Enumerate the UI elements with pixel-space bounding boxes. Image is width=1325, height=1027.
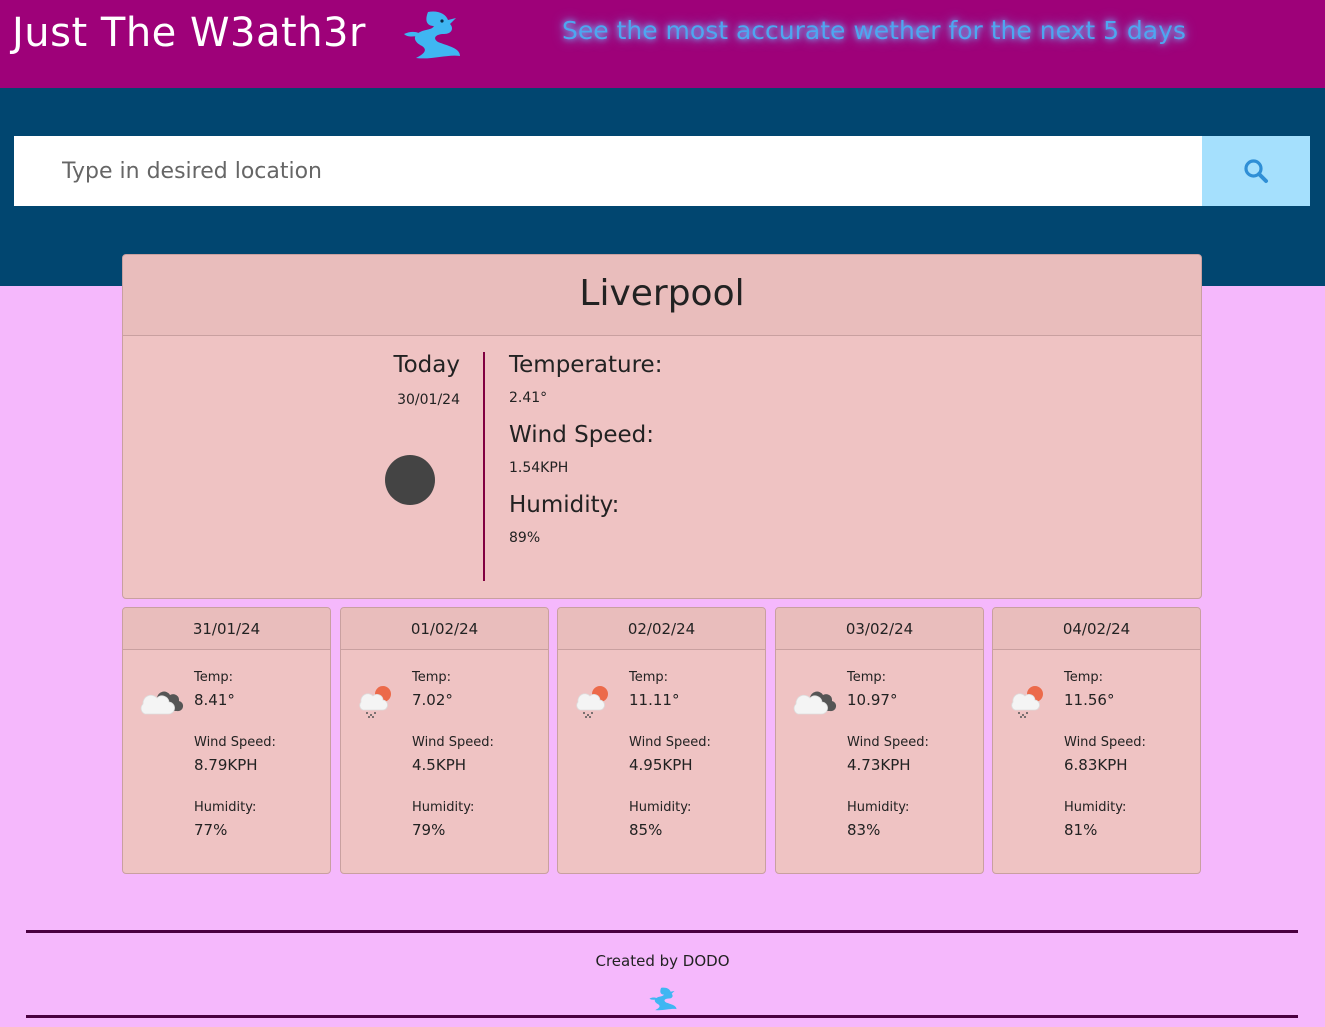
forecast-humidity-label: Humidity: (629, 800, 692, 815)
today-date: 30/01/24 (397, 392, 460, 408)
forecast-wind-label: Wind Speed: (847, 735, 929, 750)
header-tagline: See the most accurate wether for the nex… (562, 16, 1186, 45)
forecast-details: Temp: 11.11° Wind Speed: 4.95KPH Humidit… (629, 670, 711, 865)
forecast-humidity-label: Humidity: (194, 800, 257, 815)
forecast-temp-value: 11.56° (1064, 691, 1115, 709)
forecast-date: 31/01/24 (123, 608, 330, 650)
current-weather-card: Liverpool Today 30/01/24 Temperature: 2.… (122, 254, 1202, 599)
forecast-humidity-value: 77% (194, 821, 228, 839)
forecast-card: 03/02/24 Temp: 10.97° Wind Speed: 4.73KP… (775, 607, 984, 874)
sun-rain-cloud-icon (576, 686, 608, 718)
footer-divider-bottom (26, 1015, 1298, 1018)
city-name: Liverpool (579, 273, 745, 314)
forecast-temp-label: Temp: (629, 670, 669, 685)
forecast-details: Temp: 11.56° Wind Speed: 6.83KPH Humidit… (1064, 670, 1146, 865)
forecast-humidity-value: 79% (412, 821, 446, 839)
forecast-temp-value: 10.97° (847, 691, 898, 709)
forecast-date: 02/02/24 (558, 608, 765, 650)
forecast-temp-value: 7.02° (412, 691, 453, 709)
location-search-input[interactable] (14, 136, 1202, 206)
today-label: Today (393, 352, 460, 378)
forecast-temp-value: 8.41° (194, 691, 235, 709)
forecast-date: 04/02/24 (993, 608, 1200, 650)
forecast-humidity-label: Humidity: (847, 800, 910, 815)
current-date-block: Today 30/01/24 (123, 352, 484, 408)
current-weather-header: Liverpool (123, 255, 1201, 336)
wind-speed-value: 1.54KPH (509, 460, 569, 476)
forecast-humidity-label: Humidity: (1064, 800, 1127, 815)
forecast-temp-label: Temp: (1064, 670, 1104, 685)
forecast-humidity-label: Humidity: (412, 800, 475, 815)
temperature-value: 2.41° (509, 390, 548, 406)
forecast-wind-value: 8.79KPH (194, 756, 258, 774)
forecast-wind-label: Wind Speed: (412, 735, 494, 750)
forecast-card: 04/02/24 Temp: 11.56° Wind Speed: 6.83KP… (992, 607, 1201, 874)
forecast-wind-label: Wind Speed: (194, 735, 276, 750)
forecast-humidity-value: 81% (1064, 821, 1098, 839)
app-header: Just The W3ath3r See the most accurate w… (0, 0, 1325, 88)
forecast-details: Temp: 7.02° Wind Speed: 4.5KPH Humidity:… (412, 670, 494, 865)
sun-rain-cloud-icon (359, 686, 391, 718)
forecast-temp-label: Temp: (194, 670, 234, 685)
forecast-card: 02/02/24 Temp: 11.11° Wind Speed: 4.95KP… (557, 607, 766, 874)
forecast-wind-value: 4.73KPH (847, 756, 911, 774)
humidity-value: 89% (509, 530, 541, 546)
wind-speed-label: Wind Speed: (509, 422, 654, 448)
footer-divider-top (26, 930, 1298, 933)
sun-rain-cloud-icon (1011, 686, 1043, 718)
forecast-wind-value: 6.83KPH (1064, 756, 1128, 774)
dragon-logo-icon (404, 11, 460, 59)
forecast-details: Temp: 10.97° Wind Speed: 4.73KPH Humidit… (847, 670, 929, 865)
dragon-logo-icon (649, 987, 677, 1011)
forecast-humidity-value: 85% (629, 821, 663, 839)
forecast-wind-label: Wind Speed: (1064, 735, 1146, 750)
cloudy-icon (793, 691, 837, 715)
cloudy-icon (140, 691, 184, 715)
app-title: Just The W3ath3r (12, 10, 366, 56)
forecast-temp-label: Temp: (847, 670, 887, 685)
temperature-label: Temperature: (509, 352, 663, 378)
forecast-details: Temp: 8.41° Wind Speed: 8.79KPH Humidity… (194, 670, 276, 865)
night-moon-icon (385, 455, 435, 505)
forecast-card: 01/02/24 Temp: 7.02° Wind Speed: 4.5KPH … (340, 607, 549, 874)
forecast-date: 03/02/24 (776, 608, 983, 650)
vertical-divider (483, 352, 485, 581)
forecast-wind-value: 4.95KPH (629, 756, 693, 774)
forecast-temp-label: Temp: (412, 670, 452, 685)
search-icon (1244, 159, 1268, 183)
forecast-temp-value: 11.11° (629, 691, 680, 709)
forecast-card: 31/01/24 Temp: 8.41° Wind Speed: 8.79KPH… (122, 607, 331, 874)
forecast-date: 01/02/24 (341, 608, 548, 650)
current-weather-details: Temperature: 2.41° Wind Speed: 1.54KPH H… (509, 352, 662, 562)
forecast-humidity-value: 83% (847, 821, 881, 839)
search-button[interactable] (1202, 136, 1310, 206)
forecast-wind-value: 4.5KPH (412, 756, 467, 774)
footer-credit: Created by DODO (595, 952, 730, 970)
forecast-wind-label: Wind Speed: (629, 735, 711, 750)
humidity-label: Humidity: (509, 492, 620, 518)
